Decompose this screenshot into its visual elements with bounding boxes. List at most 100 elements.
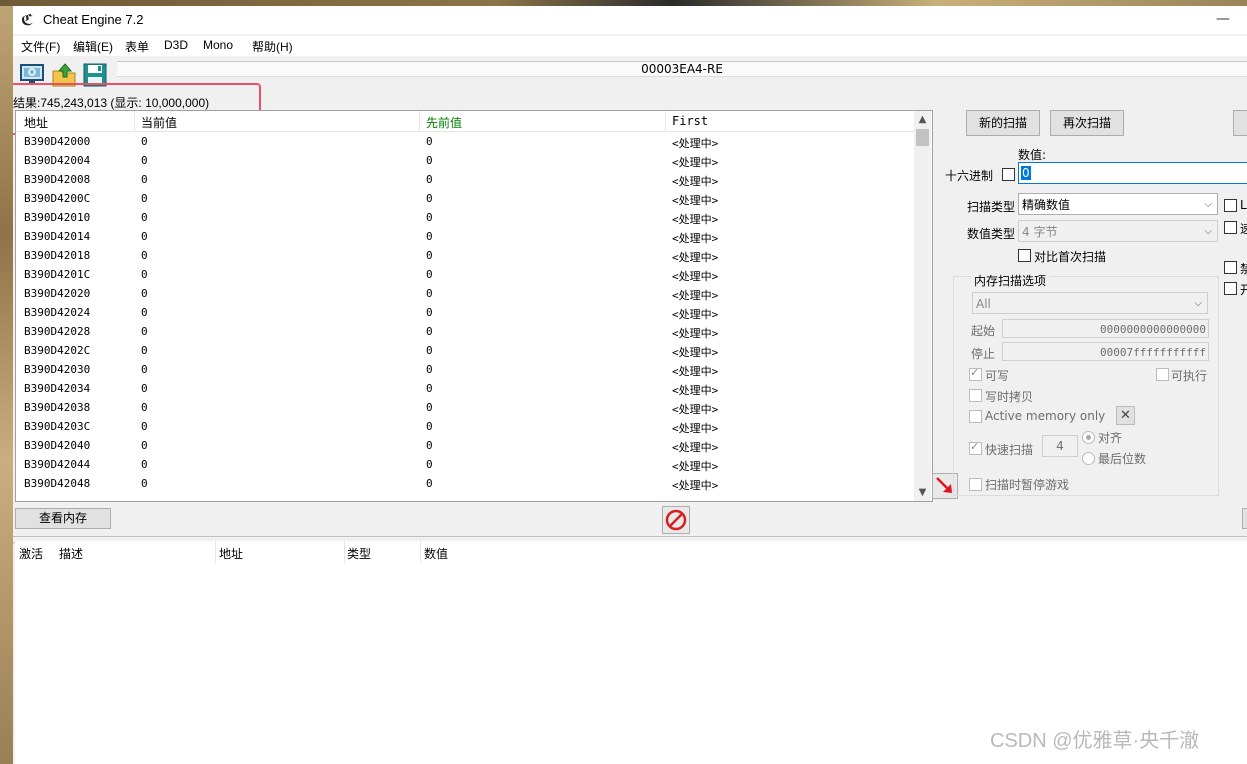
row-current: 0 <box>141 420 148 433</box>
table-row[interactable]: B390D42014 0 0 <处理中> <box>16 227 914 246</box>
right-option-label: 速 <box>1240 222 1247 236</box>
fast-scan-input[interactable]: 4 <box>1042 435 1078 457</box>
scan-type-select[interactable]: 精确数值 ⌵ <box>1018 193 1218 215</box>
column-first[interactable]: First <box>672 114 708 128</box>
column-separator[interactable] <box>420 541 421 563</box>
stop-icon[interactable] <box>662 506 690 534</box>
table-row[interactable]: B390D42004 0 0 <处理中> <box>16 151 914 170</box>
right-option-checkbox[interactable] <box>1224 221 1237 234</box>
right-option-checkbox[interactable] <box>1224 282 1237 295</box>
menu-help[interactable]: 帮助(H) <box>252 38 293 55</box>
table-row[interactable]: B390D42040 0 0 <处理中> <box>16 436 914 455</box>
row-first: <处理中> <box>672 403 719 416</box>
column-current[interactable]: 当前值 <box>141 114 177 131</box>
row-address: B390D42030 <box>24 363 91 376</box>
table-row[interactable]: B390D42010 0 0 <处理中> <box>16 208 914 227</box>
column-separator[interactable] <box>215 541 216 563</box>
row-address: B390D42014 <box>24 230 91 243</box>
view-memory-button[interactable]: 查看内存 <box>15 508 111 529</box>
address-column-description[interactable]: 描述 <box>59 545 83 562</box>
value-input-text[interactable]: 0 <box>1021 166 1031 180</box>
address-column-type[interactable]: 类型 <box>347 545 371 562</box>
menu-table[interactable]: 表单 <box>125 38 149 55</box>
stop-address-input[interactable]: 00007fffffffffff <box>1002 342 1209 361</box>
address-column-value[interactable]: 数值 <box>424 545 448 562</box>
executable-checkbox[interactable] <box>1156 368 1169 381</box>
table-row[interactable]: B390D4201C 0 0 <处理中> <box>16 265 914 284</box>
scroll-thumb[interactable] <box>916 129 929 146</box>
address-column-address[interactable]: 地址 <box>219 545 243 562</box>
window-title: Cheat Engine 7.2 <box>43 12 144 27</box>
last-digits-radio[interactable] <box>1082 452 1095 465</box>
close-icon[interactable]: ✕ <box>1116 406 1135 425</box>
table-row[interactable]: B390D42018 0 0 <处理中> <box>16 246 914 265</box>
menu-d3d[interactable]: D3D <box>164 38 188 52</box>
column-separator[interactable] <box>344 541 345 563</box>
writable-checkbox[interactable] <box>969 366 982 381</box>
column-previous[interactable]: 先前值 <box>426 114 462 131</box>
table-row[interactable]: B390D42044 0 0 <处理中> <box>16 455 914 474</box>
copy-on-write-checkbox[interactable] <box>969 389 982 402</box>
last-digits-label: 最后位数 <box>1098 452 1147 466</box>
memory-region-value: All <box>976 297 991 311</box>
radio-dot <box>1086 435 1091 440</box>
table-row[interactable]: B390D42000 0 0 <处理中> <box>16 132 914 151</box>
table-row[interactable]: B390D42024 0 0 <处理中> <box>16 303 914 322</box>
pause-game-checkbox[interactable] <box>969 478 982 491</box>
memory-region-select[interactable]: All ⌵ <box>972 292 1208 314</box>
menu-edit[interactable]: 编辑(E) <box>73 38 113 55</box>
table-row[interactable]: B390D42034 0 0 <处理中> <box>16 379 914 398</box>
new-scan-button[interactable]: 新的扫描 <box>966 110 1040 136</box>
menu-mono[interactable]: Mono <box>203 38 233 52</box>
hex-checkbox[interactable] <box>1002 168 1015 181</box>
value-type-select[interactable]: 4 字节 ⌵ <box>1018 220 1218 242</box>
start-address-input[interactable]: 0000000000000000 <box>1002 319 1209 338</box>
row-first: <处理中> <box>672 479 719 492</box>
scan-results-list[interactable]: 地址 当前值 先前值 First B390D42000 0 0 <处理中> B390D4… <box>15 110 933 502</box>
value-type-value: 4 字节 <box>1022 225 1058 239</box>
cheat-engine-icon: ℭ <box>21 11 34 29</box>
row-first: <处理中> <box>672 327 719 340</box>
next-scan-button[interactable]: 再次扫描 <box>1050 110 1124 136</box>
table-row[interactable]: B390D42030 0 0 <处理中> <box>16 360 914 379</box>
compare-first-checkbox[interactable] <box>1018 249 1031 262</box>
table-row[interactable]: B390D42008 0 0 <处理中> <box>16 170 914 189</box>
vertical-scrollbar[interactable]: ▲ ▼ <box>914 111 931 501</box>
table-row[interactable]: B390D4200C 0 0 <处理中> <box>16 189 914 208</box>
table-row[interactable]: B390D4202C 0 0 <处理中> <box>16 341 914 360</box>
table-row[interactable]: B390D4203C 0 0 <处理中> <box>16 417 914 436</box>
align-radio[interactable] <box>1082 431 1095 444</box>
row-current: 0 <box>141 192 148 205</box>
row-previous: 0 <box>426 344 433 357</box>
advanced-options-button[interactable] <box>1242 508 1247 529</box>
active-memory-checkbox[interactable] <box>969 410 982 423</box>
minimize-button[interactable]: — <box>1213 10 1233 30</box>
column-separator[interactable] <box>419 111 420 131</box>
right-option-checkbox[interactable] <box>1224 261 1237 274</box>
scroll-down-icon[interactable]: ▼ <box>914 484 931 501</box>
cheat-engine-window: ℭ Cheat Engine 7.2 — 文件(F) 编辑(E) 表单 D3D … <box>13 6 1247 764</box>
row-address: B390D42010 <box>24 211 91 224</box>
row-previous: 0 <box>426 154 433 167</box>
column-address[interactable]: 地址 <box>24 114 48 131</box>
menu-file[interactable]: 文件(F) <box>21 38 60 55</box>
address-column-active[interactable]: 激活 <box>19 545 43 562</box>
scroll-up-icon[interactable]: ▲ <box>914 111 931 128</box>
fast-scan-checkbox[interactable] <box>969 440 982 455</box>
right-option-checkbox[interactable] <box>1224 199 1237 212</box>
row-current: 0 <box>141 382 148 395</box>
row-address: B390D42018 <box>24 249 91 262</box>
stop-label: 停止 <box>971 347 996 361</box>
column-separator[interactable] <box>134 111 135 131</box>
process-name-bar[interactable]: 00003EA4-RE <box>117 61 1247 76</box>
chevron-down-icon: ⌵ <box>1204 226 1212 237</box>
table-row[interactable]: B390D42048 0 0 <处理中> <box>16 474 914 493</box>
start-label: 起始 <box>971 324 996 338</box>
scan-list-header: 地址 当前值 先前值 First <box>16 111 914 132</box>
value-input[interactable]: 0 <box>1018 162 1247 184</box>
column-separator[interactable] <box>665 111 666 131</box>
table-row[interactable]: B390D42038 0 0 <处理中> <box>16 398 914 417</box>
table-row[interactable]: B390D42028 0 0 <处理中> <box>16 322 914 341</box>
table-row[interactable]: B390D42020 0 0 <处理中> <box>16 284 914 303</box>
undo-scan-button[interactable] <box>1233 110 1247 136</box>
